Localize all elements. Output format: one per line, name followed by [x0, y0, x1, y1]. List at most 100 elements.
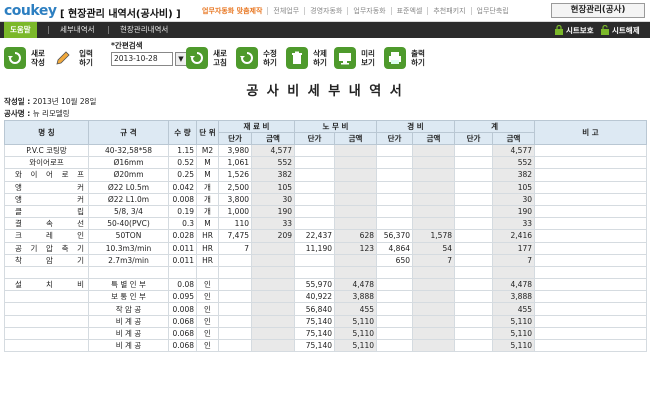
- cell-labor-amount[interactable]: [334, 265, 377, 280]
- cell-name[interactable]: 클 립: [4, 204, 89, 219]
- cell-unit[interactable]: 인: [196, 302, 219, 316]
- cell-qty[interactable]: 0.25: [168, 168, 197, 182]
- cell-total-price[interactable]: [454, 192, 494, 206]
- cell-expense-amount[interactable]: [411, 265, 456, 280]
- cell-note[interactable]: [534, 314, 648, 328]
- cell-unit[interactable]: HR: [196, 241, 219, 255]
- cell-expense-amount[interactable]: 7: [411, 253, 456, 267]
- cell-labor-price[interactable]: 75,140: [294, 314, 335, 328]
- cell-spec[interactable]: Ø16mm: [88, 156, 169, 170]
- cell-material-price[interactable]: 3,800: [218, 192, 252, 206]
- cell-unit[interactable]: 인: [196, 278, 219, 292]
- cell-name[interactable]: 결 속 선: [4, 217, 89, 231]
- cell-spec[interactable]: 비 계 공: [88, 314, 169, 328]
- cell-labor-amount[interactable]: [334, 180, 377, 194]
- cell-qty[interactable]: 0.042: [168, 180, 197, 194]
- cell-labor-price[interactable]: [294, 217, 335, 231]
- cell-total-amount[interactable]: 5,110: [492, 338, 536, 353]
- cell-labor-amount[interactable]: 123: [334, 241, 377, 255]
- cell-name[interactable]: 착 암 기: [4, 253, 89, 267]
- cell-total-price[interactable]: [454, 168, 494, 182]
- cell-qty[interactable]: 0.008: [168, 302, 197, 316]
- cell-note[interactable]: [534, 278, 648, 292]
- cell-expense-price[interactable]: 56,370: [376, 229, 413, 243]
- cell-labor-amount[interactable]: [334, 253, 377, 267]
- cell-labor-amount[interactable]: [334, 168, 377, 182]
- cell-unit[interactable]: HR: [196, 229, 219, 243]
- cell-expense-amount[interactable]: [411, 180, 456, 194]
- cell-expense-amount[interactable]: [411, 290, 456, 304]
- cell-material-price[interactable]: [218, 265, 252, 280]
- cell-expense-amount[interactable]: 1,578: [411, 229, 456, 243]
- cell-total-amount[interactable]: 33: [492, 217, 536, 231]
- cell-total-amount[interactable]: 4,577: [492, 143, 536, 158]
- cell-qty[interactable]: 0.068: [168, 326, 197, 341]
- cell-material-price[interactable]: 7: [218, 241, 252, 255]
- cell-labor-price[interactable]: [294, 143, 335, 158]
- cell-total-price[interactable]: [454, 265, 494, 280]
- cell-qty[interactable]: 0.095: [168, 290, 197, 304]
- cell-note[interactable]: [534, 192, 648, 206]
- cell-material-amount[interactable]: [251, 338, 295, 353]
- cell-note[interactable]: [534, 338, 648, 353]
- cell-expense-amount[interactable]: [411, 326, 456, 341]
- cell-spec[interactable]: [88, 265, 169, 280]
- cell-material-amount[interactable]: 30: [251, 192, 295, 206]
- cell-labor-price[interactable]: [294, 265, 335, 280]
- cell-total-price[interactable]: [454, 143, 494, 158]
- cell-expense-price[interactable]: [376, 204, 413, 219]
- cell-total-amount[interactable]: 455: [492, 302, 536, 316]
- cell-spec[interactable]: 비 계 공: [88, 338, 169, 353]
- cell-total-price[interactable]: [454, 204, 494, 219]
- cell-material-amount[interactable]: [251, 302, 295, 316]
- cell-total-amount[interactable]: 382: [492, 168, 536, 182]
- cell-unit[interactable]: HR: [196, 253, 219, 267]
- cell-labor-price[interactable]: [294, 192, 335, 206]
- cell-expense-amount[interactable]: 54: [411, 241, 456, 255]
- cell-labor-amount[interactable]: [334, 192, 377, 206]
- cell-spec[interactable]: 10.3m3/min: [88, 241, 169, 255]
- cell-material-price[interactable]: 110: [218, 217, 252, 231]
- cell-total-amount[interactable]: 7: [492, 253, 536, 267]
- cell-labor-amount[interactable]: 5,110: [334, 326, 377, 341]
- cell-expense-price[interactable]: [376, 290, 413, 304]
- cell-note[interactable]: [534, 302, 648, 316]
- cell-labor-amount[interactable]: [334, 156, 377, 170]
- nav-work-tips[interactable]: 업무단축립: [470, 7, 514, 15]
- cell-expense-amount[interactable]: [411, 156, 456, 170]
- cell-material-price[interactable]: 1,061: [218, 156, 252, 170]
- cell-material-amount[interactable]: [251, 278, 295, 292]
- cell-unit[interactable]: M2: [196, 143, 219, 158]
- tab-site-statement[interactable]: 현장관리내역서: [114, 22, 174, 38]
- cell-total-amount[interactable]: 30: [492, 192, 536, 206]
- cell-unit[interactable]: 인: [196, 326, 219, 341]
- cell-labor-amount[interactable]: [334, 204, 377, 219]
- cell-expense-price[interactable]: [376, 326, 413, 341]
- cell-labor-price[interactable]: [294, 180, 335, 194]
- cell-expense-price[interactable]: [376, 265, 413, 280]
- cell-qty[interactable]: 0.011: [168, 253, 197, 267]
- cell-qty[interactable]: [168, 265, 197, 280]
- cell-expense-amount[interactable]: [411, 204, 456, 219]
- cell-expense-price[interactable]: 650: [376, 253, 413, 267]
- cell-expense-amount[interactable]: [411, 143, 456, 158]
- cell-total-amount[interactable]: 2,416: [492, 229, 536, 243]
- cell-expense-amount[interactable]: [411, 302, 456, 316]
- cell-labor-amount[interactable]: 5,110: [334, 338, 377, 353]
- cell-unit[interactable]: M: [196, 217, 219, 231]
- cell-note[interactable]: [534, 265, 648, 280]
- nav-standard-excel[interactable]: 표준엑셀: [390, 7, 428, 15]
- cell-spec[interactable]: 50TON: [88, 229, 169, 243]
- cell-labor-price[interactable]: 75,140: [294, 326, 335, 341]
- cell-total-price[interactable]: [454, 253, 494, 267]
- cell-spec[interactable]: 특 별 인 부: [88, 278, 169, 292]
- cell-total-amount[interactable]: 105: [492, 180, 536, 194]
- cell-qty[interactable]: 0.3: [168, 217, 197, 231]
- cell-expense-price[interactable]: [376, 143, 413, 158]
- cell-name[interactable]: [4, 290, 89, 304]
- cell-total-price[interactable]: [454, 314, 494, 328]
- edit-button[interactable]: 수정 하기: [236, 44, 281, 72]
- cell-total-amount[interactable]: 552: [492, 156, 536, 170]
- cell-note[interactable]: [534, 290, 648, 304]
- cell-note[interactable]: [534, 241, 648, 255]
